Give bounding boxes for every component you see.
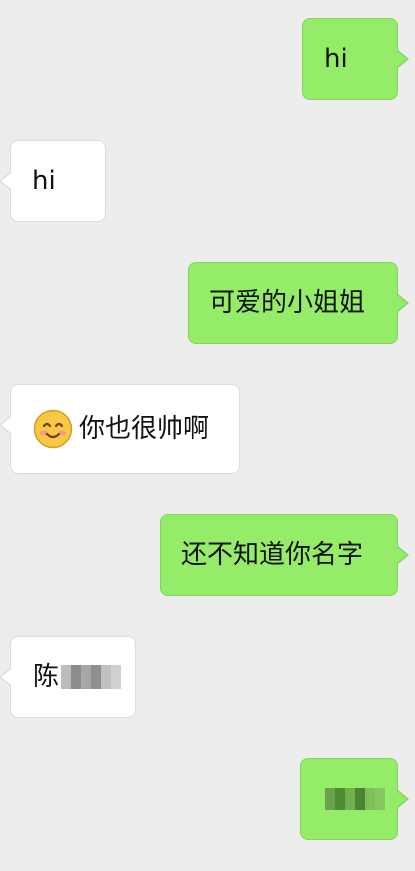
blurred-message-mosaic (325, 788, 385, 810)
sent-message-bubble[interactable]: hi (302, 18, 409, 100)
message-text: 你也很帅啊 (79, 414, 210, 444)
message-text: hi (324, 44, 348, 74)
received-message-bubble[interactable]: 你也很帅啊 (0, 384, 240, 474)
message-text: 陈 (33, 662, 60, 692)
received-message-bubble[interactable]: hi (0, 140, 106, 222)
sent-message-bubble[interactable] (300, 758, 409, 840)
message-text: 可爱的小姐姐 (209, 288, 366, 318)
message-text: hi (32, 166, 56, 196)
sent-message-bubble[interactable]: 还不知道你名字 (160, 514, 409, 596)
smiling-face-icon (33, 409, 73, 449)
received-message-bubble[interactable]: 陈 (0, 636, 136, 718)
message-text: 还不知道你名字 (181, 540, 364, 570)
blurred-name-mosaic (61, 665, 122, 689)
sent-message-bubble[interactable]: 可爱的小姐姐 (188, 262, 409, 344)
